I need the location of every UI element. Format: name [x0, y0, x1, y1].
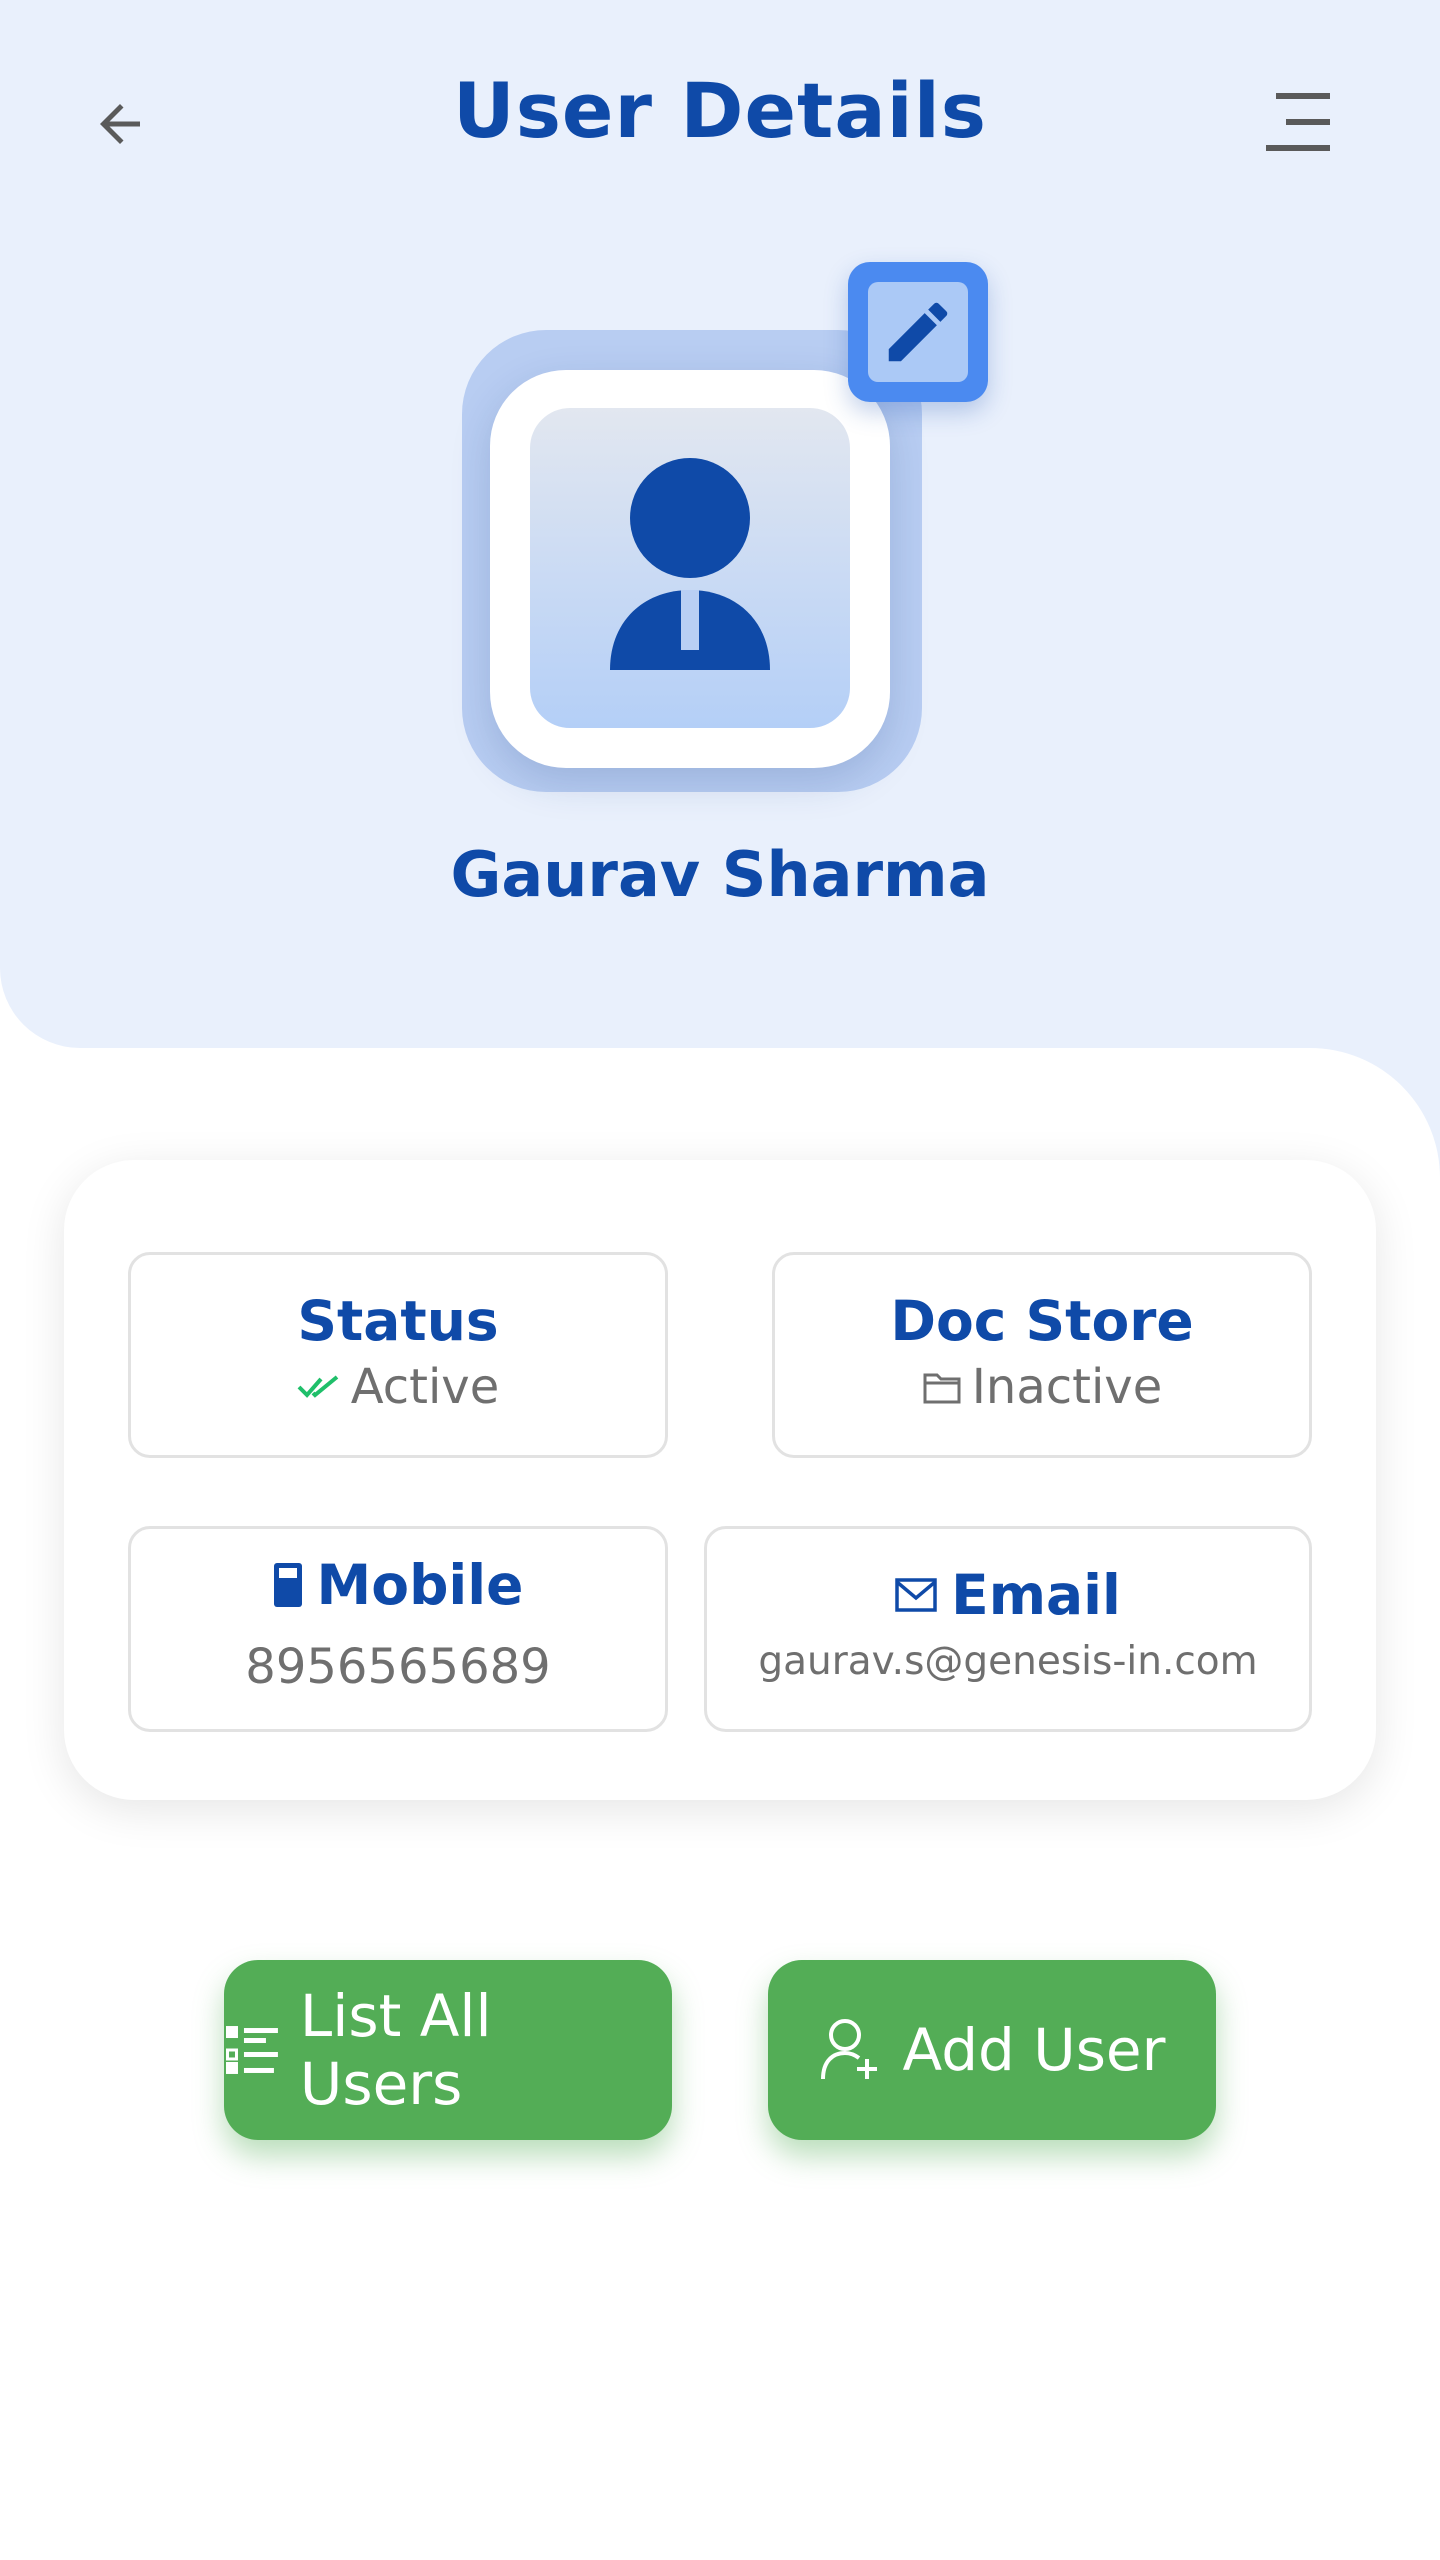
- page-title: User Details: [452, 66, 988, 155]
- mobile-value: 8956565689: [245, 1639, 551, 1695]
- doc-store-box: Doc Store Inactive: [772, 1252, 1312, 1458]
- email-title-row: Email: [707, 1563, 1309, 1627]
- details-card: Status Active Doc Store Inactive Mobile: [64, 1160, 1376, 1800]
- avatar[interactable]: [490, 370, 890, 768]
- user-plus-icon: [820, 2019, 877, 2080]
- sheet-corner: [1310, 1048, 1440, 1178]
- pencil-icon: [888, 302, 948, 362]
- add-user-label: Add User: [902, 2016, 1166, 2084]
- edit-avatar-button[interactable]: [848, 262, 988, 402]
- list-all-users-label: List All Users: [299, 1982, 492, 2118]
- menu-icon: [1266, 93, 1330, 151]
- add-user-button[interactable]: Add User: [768, 1960, 1216, 2140]
- folder-icon: [923, 1373, 961, 1404]
- list-all-users-button[interactable]: List All Users: [224, 1960, 672, 2140]
- email-value: gaurav.s@genesis-in.com: [758, 1639, 1258, 1684]
- doc-store-value: Inactive: [971, 1359, 1163, 1415]
- menu-button[interactable]: [1254, 80, 1344, 164]
- mobile-title: Mobile: [316, 1553, 524, 1617]
- status-value-row: Active: [131, 1359, 665, 1415]
- status-title: Status: [297, 1289, 499, 1353]
- double-check-icon: [297, 1375, 339, 1398]
- edit-avatar-inner: [868, 282, 968, 382]
- status-box: Status Active: [128, 1252, 668, 1458]
- user-avatar-icon: [610, 458, 770, 670]
- email-box: Email gaurav.s@genesis-in.com: [704, 1526, 1312, 1732]
- doc-store-value-row: Inactive: [775, 1359, 1309, 1415]
- email-title: Email: [951, 1563, 1121, 1627]
- user-name: Gaurav Sharma: [450, 838, 990, 911]
- status-value: Active: [350, 1359, 500, 1415]
- avatar-image: [530, 408, 850, 728]
- mail-icon: [895, 1578, 937, 1612]
- doc-store-title: Doc Store: [890, 1289, 1194, 1353]
- mobile-phone-icon: [273, 1563, 302, 1607]
- mobile-box: Mobile 8956565689: [128, 1526, 668, 1732]
- list-icon: [225, 2026, 278, 2074]
- mobile-title-row: Mobile: [131, 1553, 665, 1617]
